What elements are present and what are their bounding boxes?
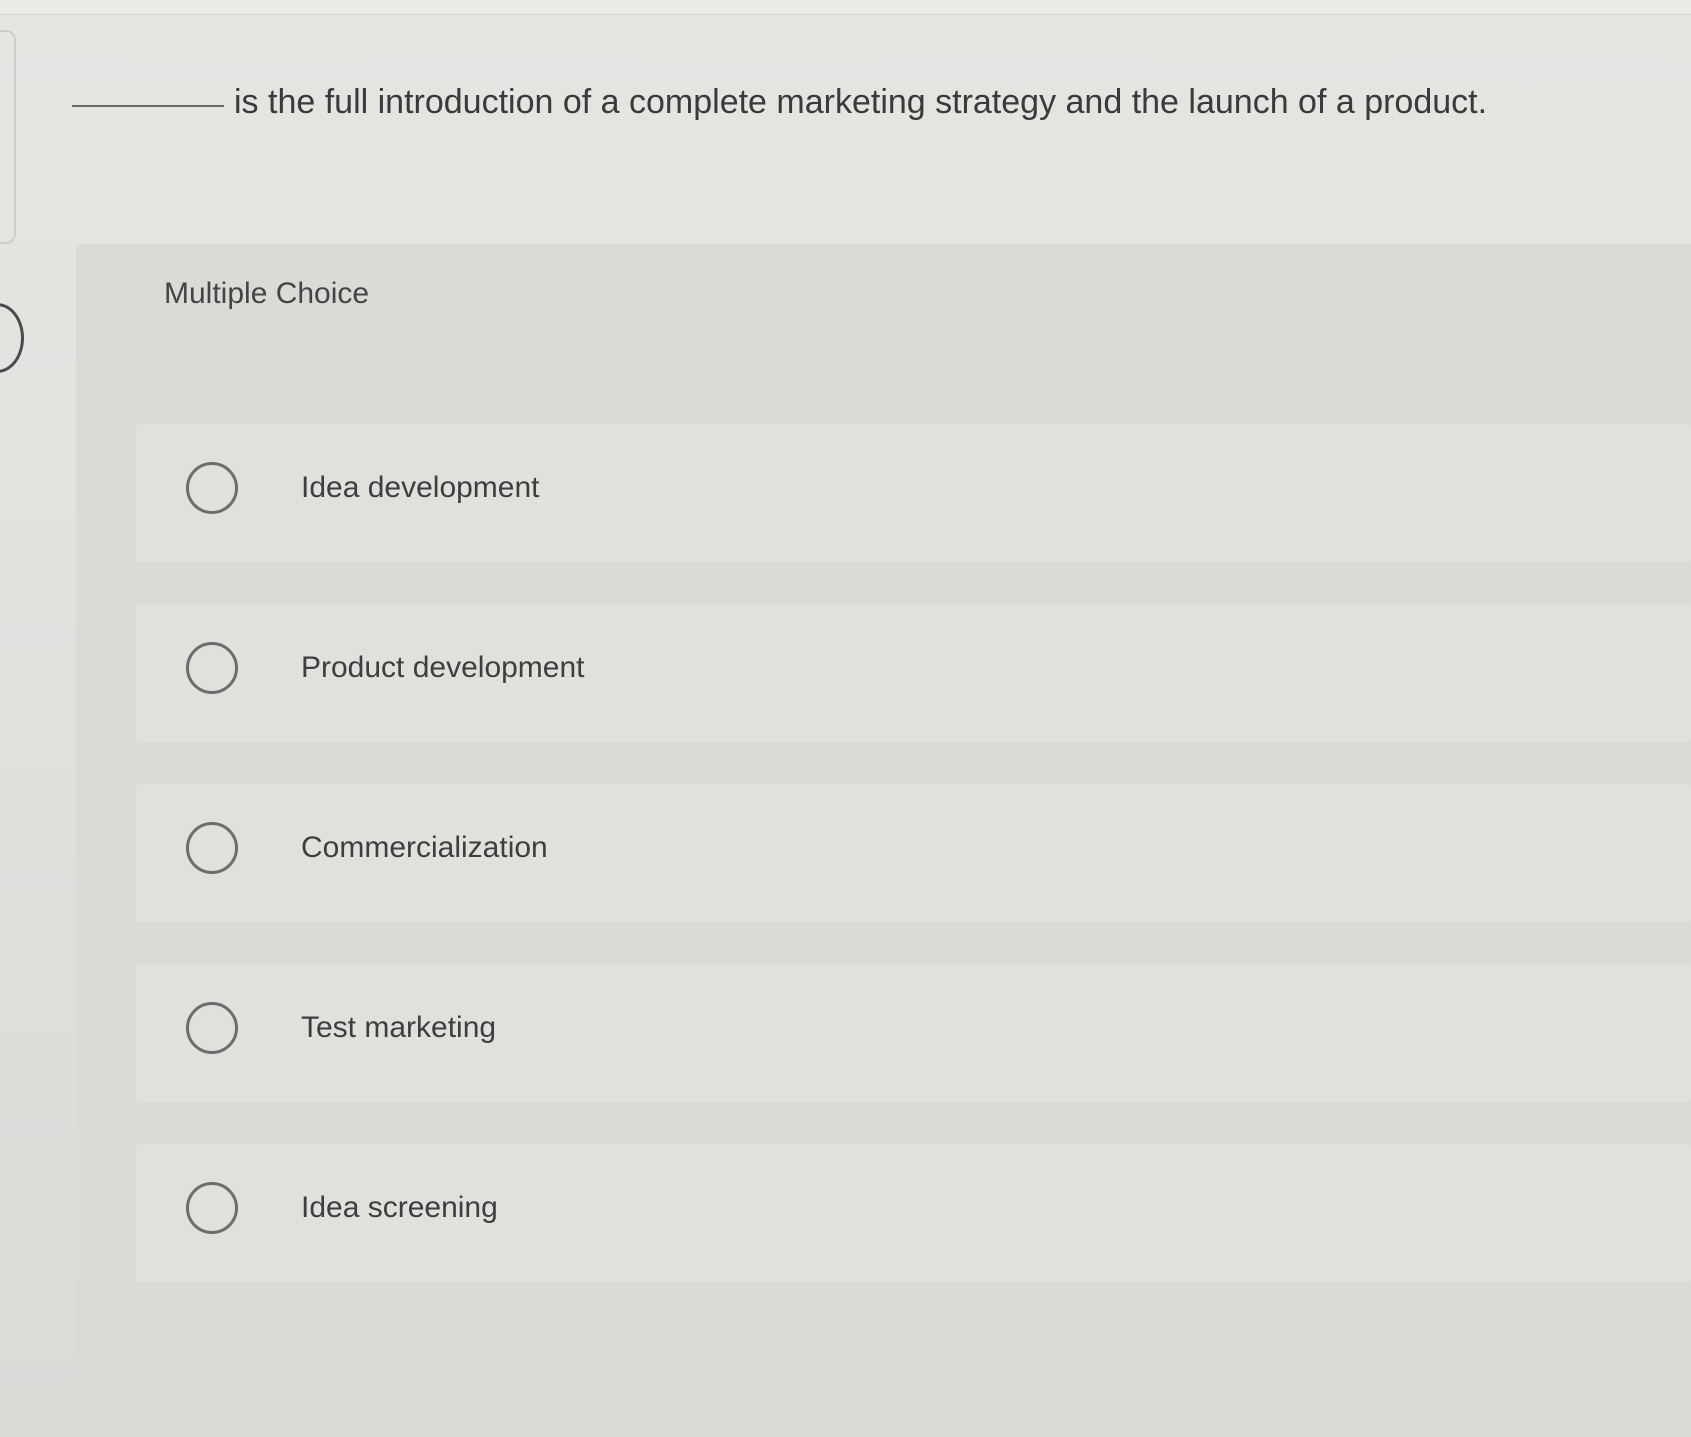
- radio-button[interactable]: [186, 822, 238, 874]
- answer-option[interactable]: Test marketing: [136, 964, 1691, 1102]
- answer-option[interactable]: Commercialization: [136, 784, 1691, 922]
- multiple-choice-panel: Multiple Choice Idea development Product…: [76, 244, 1691, 1412]
- option-label: Test marketing: [301, 1011, 497, 1044]
- question-prompt: is the full introduction of a complete m…: [72, 80, 1487, 124]
- answer-option[interactable]: Idea screening: [136, 1144, 1691, 1282]
- left-side-tab: [0, 30, 16, 244]
- question-text: is the full introduction of a complete m…: [234, 83, 1488, 121]
- left-nav-handle[interactable]: [0, 303, 24, 373]
- answer-blank: [72, 105, 224, 107]
- radio-button[interactable]: [186, 1182, 238, 1234]
- option-label: Idea screening: [301, 1191, 498, 1224]
- option-label: Idea development: [301, 471, 540, 504]
- answer-option[interactable]: Idea development: [136, 424, 1691, 562]
- radio-button[interactable]: [186, 462, 238, 514]
- option-label: Commercialization: [301, 831, 548, 864]
- window-top-edge: [0, 0, 1691, 15]
- option-label: Product development: [301, 651, 585, 684]
- answer-option[interactable]: Product development: [136, 604, 1691, 742]
- radio-button[interactable]: [186, 642, 238, 694]
- question-type-label: Multiple Choice: [164, 277, 370, 310]
- radio-button[interactable]: [186, 1002, 238, 1054]
